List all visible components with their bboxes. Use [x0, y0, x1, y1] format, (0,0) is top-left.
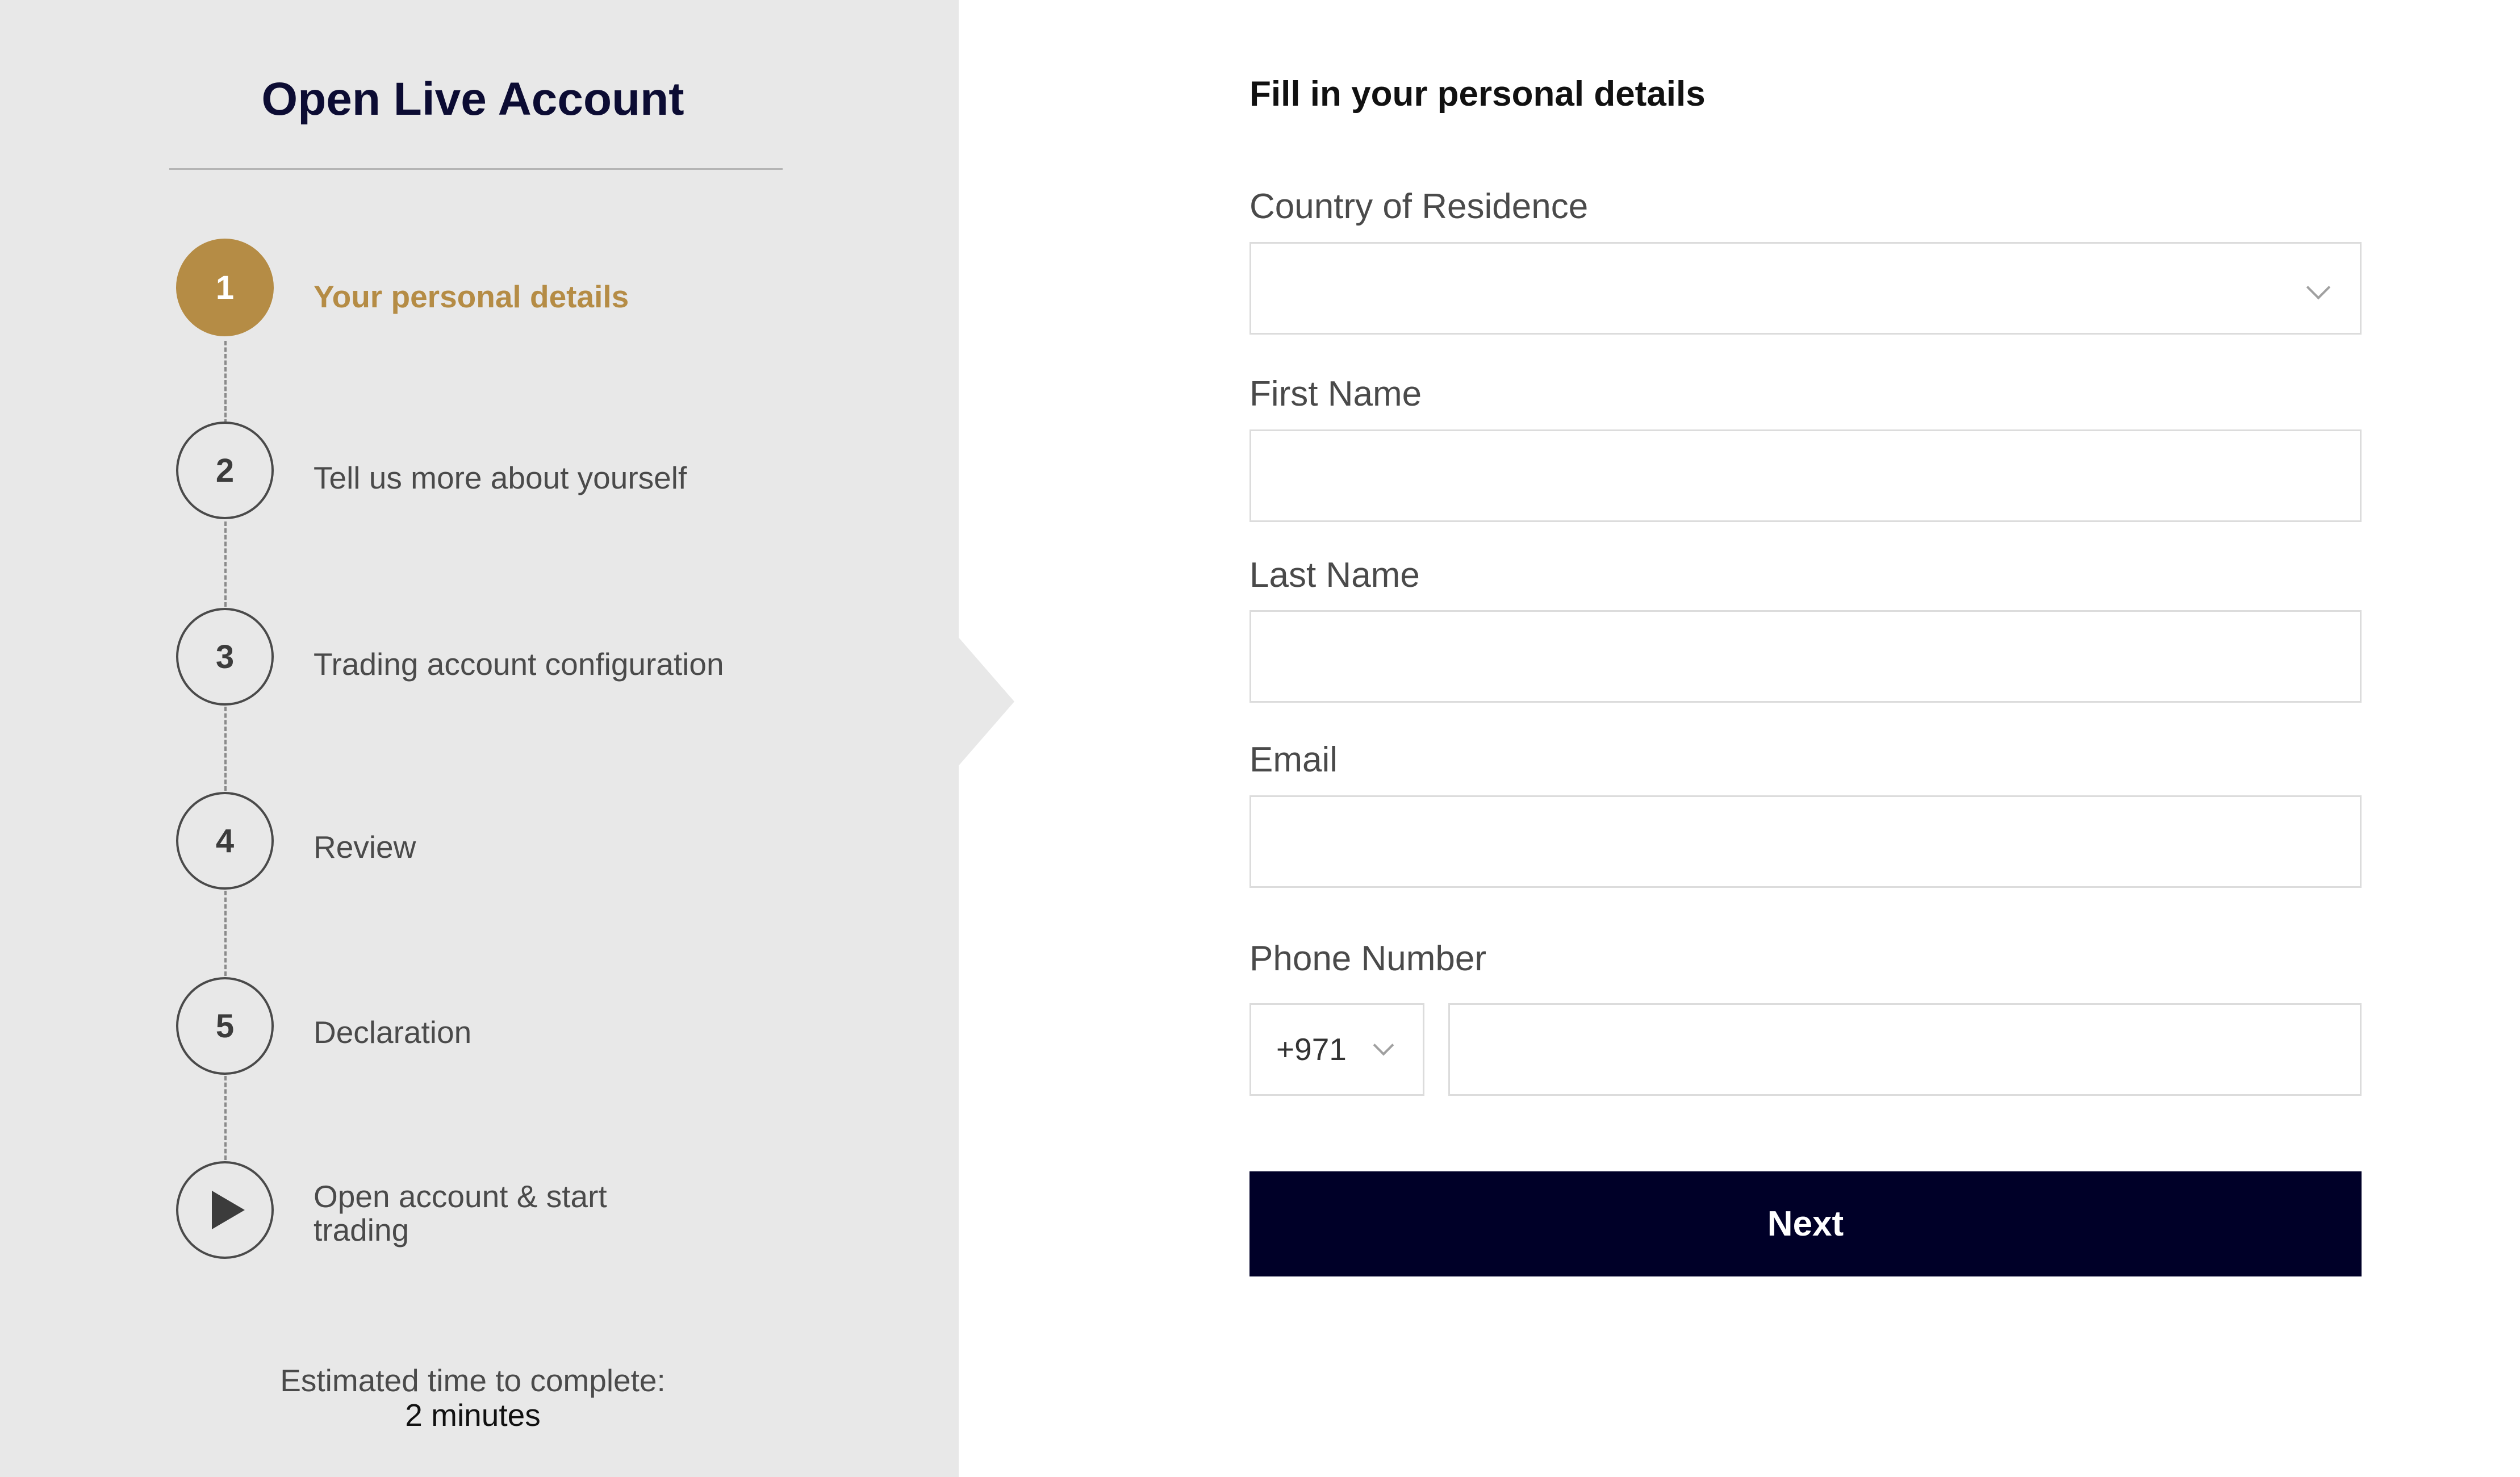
step-connector	[224, 341, 227, 424]
step-6-indicator	[176, 1161, 274, 1259]
step-number: 2	[215, 452, 235, 489]
step-5-indicator: 5	[176, 977, 274, 1075]
country-label: Country of Residence	[1249, 187, 1589, 226]
step-1-indicator: 1	[176, 239, 274, 336]
step-connector	[224, 707, 227, 791]
step-1-label: Your personal details	[314, 279, 629, 314]
step-number: 5	[215, 1007, 235, 1045]
email-field[interactable]	[1249, 795, 2362, 888]
step-4-indicator: 4	[176, 792, 274, 890]
last-name-field[interactable]	[1249, 610, 2362, 703]
step-4-label: Review	[314, 829, 416, 865]
phone-code-select[interactable]: +971	[1249, 1003, 1424, 1096]
steps-sidebar: Open Live Account 1 Your personal detail…	[0, 0, 959, 1477]
step-connector	[224, 891, 227, 976]
last-name-label: Last Name	[1249, 556, 1420, 595]
phone-number-field[interactable]	[1448, 1003, 2362, 1096]
sidebar-title: Open Live Account	[261, 73, 684, 125]
estimated-time: Estimated time to complete: 2 minutes	[0, 1363, 946, 1432]
chevron-down-icon	[1373, 1034, 1394, 1056]
step-connector	[224, 521, 227, 607]
estimate-value: 2 minutes	[405, 1397, 541, 1433]
step-3-label: Trading account configuration	[314, 646, 724, 682]
phone-label: Phone Number	[1249, 939, 1487, 978]
country-select[interactable]	[1249, 242, 2362, 335]
first-name-field[interactable]	[1249, 429, 2362, 522]
step-2-label: Tell us more about yourself	[314, 460, 687, 495]
step-6-label: Open account & start trading	[314, 1179, 607, 1247]
sidebar-divider	[169, 168, 783, 170]
step-number: 1	[215, 269, 235, 306]
chevron-down-icon	[2306, 275, 2331, 300]
step-5-label: Declaration	[314, 1015, 472, 1050]
step-number: 4	[215, 822, 235, 860]
form-heading: Fill in your personal details	[1249, 74, 1706, 114]
next-button[interactable]: Next	[1249, 1171, 2362, 1276]
active-pointer-arrow	[958, 636, 1014, 767]
step-3-indicator: 3	[176, 608, 274, 706]
phone-code-value: +971	[1276, 1032, 1347, 1067]
step-2-indicator: 2	[176, 422, 274, 519]
estimate-label: Estimated time to complete:	[280, 1363, 666, 1398]
step-number: 3	[215, 638, 235, 675]
step-connector	[224, 1076, 227, 1160]
play-icon	[212, 1191, 245, 1229]
first-name-label: First Name	[1249, 374, 1422, 414]
email-label: Email	[1249, 740, 1338, 779]
